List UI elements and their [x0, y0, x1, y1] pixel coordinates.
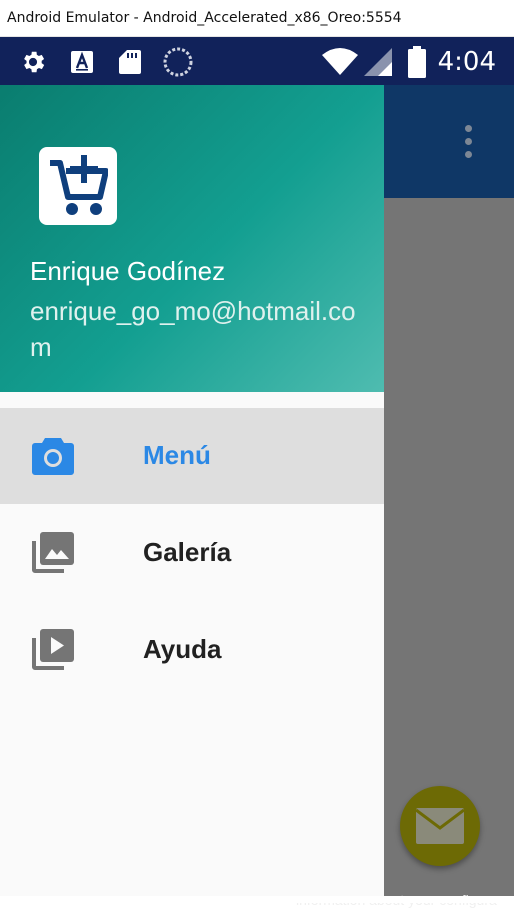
nav-item-gallery[interactable]: Galería	[0, 505, 384, 601]
drawer-header: Enrique Godínez enrique_go_mo@hotmail.co…	[0, 85, 384, 392]
camera-icon	[32, 438, 74, 475]
nav-item-help[interactable]: Ayuda	[0, 602, 384, 698]
nav-item-label: Menú	[143, 440, 211, 470]
app-logo	[39, 147, 117, 225]
signal-icon	[364, 48, 392, 76]
overflow-dot	[464, 151, 472, 158]
window-titlebar: Android Emulator - Android_Accelerated_x…	[0, 0, 514, 37]
android-status-bar: 4:04	[0, 37, 514, 85]
user-name: Enrique Godínez	[30, 256, 226, 286]
bottom-strip	[0, 896, 514, 903]
email-icon	[416, 808, 464, 844]
user-email: enrique_go_mo@hotmail.com	[30, 296, 356, 362]
wifi-icon	[322, 48, 358, 75]
overflow-menu-button[interactable]	[455, 123, 481, 163]
overflow-dot	[464, 138, 472, 145]
a-notification-icon	[71, 51, 93, 73]
nav-item-label: Galería	[143, 537, 232, 567]
gallery-icon	[32, 532, 74, 573]
sd-card-icon	[119, 50, 141, 74]
nav-item-menu[interactable]: Menú	[0, 408, 384, 504]
status-time: 4:04	[437, 47, 496, 77]
play-library-icon	[32, 629, 74, 670]
battery-icon	[408, 46, 426, 78]
overflow-dot	[464, 125, 472, 132]
navigation-drawer: Enrique Godínez enrique_go_mo@hotmail.co…	[0, 85, 384, 896]
cart-plus-icon	[50, 155, 108, 215]
sync-icon	[163, 47, 193, 77]
email-fab-button[interactable]	[400, 786, 480, 866]
nav-item-label: Ayuda	[143, 634, 222, 664]
window-title: Android Emulator - Android_Accelerated_x…	[7, 10, 402, 26]
settings-icon	[24, 51, 45, 73]
